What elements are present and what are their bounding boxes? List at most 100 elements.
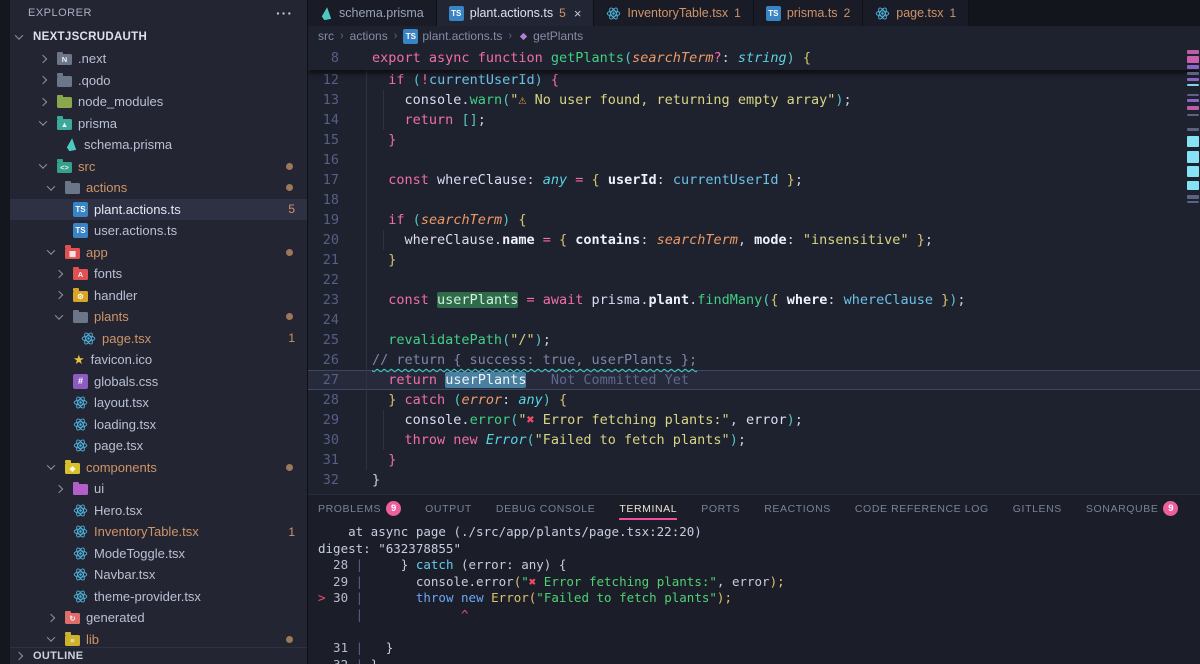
code-text: } catch (error: any) { bbox=[388, 392, 568, 408]
outline-section[interactable]: OUTLINE bbox=[10, 647, 307, 664]
minimap-mark bbox=[1187, 78, 1199, 81]
code-text: throw new Error("Failed to fetch plants"… bbox=[404, 432, 746, 448]
panel-tab-gitlens[interactable]: GITLENS bbox=[1013, 495, 1062, 522]
tab-prisma-ts[interactable]: TS prisma.ts 2 bbox=[753, 0, 864, 26]
tree-item-favicon-ico[interactable]: ★ favicon.ico bbox=[10, 349, 307, 371]
minimap[interactable] bbox=[1186, 48, 1200, 494]
terminal-line: | ^ bbox=[318, 606, 469, 622]
tree-item-label: user.actions.ts bbox=[94, 223, 178, 239]
code-line-15[interactable]: 15 } bbox=[308, 130, 1200, 150]
tree-item-actions[interactable]: actions bbox=[10, 177, 307, 199]
panel-tab-debug-console[interactable]: DEBUG CONSOLE bbox=[496, 495, 595, 522]
tree-item-plants[interactable]: plants bbox=[10, 306, 307, 328]
minimap-mark bbox=[1187, 65, 1199, 69]
panel-tab-label: GITLENS bbox=[1012, 502, 1062, 515]
code-line-24[interactable]: 24 bbox=[308, 310, 1200, 330]
code-line-31[interactable]: 31 } bbox=[308, 450, 1200, 470]
code-line-30[interactable]: 30 throw new Error("Failed to fetch plan… bbox=[308, 430, 1200, 450]
line-number: 21 bbox=[322, 252, 339, 268]
panel-tab-code-reference-log[interactable]: CODE REFERENCE LOG bbox=[855, 495, 989, 522]
tree-item-modetoggle-tsx[interactable]: ModeToggle.tsx bbox=[10, 543, 307, 565]
tree-item-lib[interactable]: ≡ lib bbox=[10, 629, 307, 649]
panel-tab-reactions[interactable]: REACTIONS bbox=[764, 495, 831, 522]
code-line-18[interactable]: 18 bbox=[308, 190, 1200, 210]
code-line-14[interactable]: 14 return []; bbox=[308, 110, 1200, 130]
tree-item-schema-prisma[interactable]: schema.prisma bbox=[10, 134, 307, 156]
tree-item-hero-tsx[interactable]: Hero.tsx bbox=[10, 500, 307, 522]
close-icon[interactable]: × bbox=[574, 6, 582, 21]
terminal-output[interactable]: at async page (./src/app/plants/page.tsx… bbox=[318, 524, 1196, 664]
code-text: if (searchTerm) { bbox=[388, 212, 527, 228]
panel-tab-ports[interactable]: PORTS bbox=[701, 495, 740, 522]
code-line-21[interactable]: 21 } bbox=[308, 250, 1200, 270]
tree-item-plant-actions-ts[interactable]: TS plant.actions.ts 5 bbox=[10, 198, 307, 220]
code-line-19[interactable]: 19 if (searchTerm) { bbox=[308, 210, 1200, 230]
code-line-28[interactable]: 28 } catch (error: any) { bbox=[308, 390, 1200, 410]
panel-tab-terminal[interactable]: TERMINAL bbox=[619, 495, 678, 522]
outline-label: OUTLINE bbox=[33, 650, 84, 662]
folder-icon: ⚙ bbox=[73, 288, 88, 302]
tree-item-fonts[interactable]: Afonts bbox=[10, 263, 307, 285]
tree-item-src[interactable]: <> src bbox=[10, 156, 307, 178]
tree-item--qodo[interactable]: .qodo bbox=[10, 70, 307, 92]
tree-item-node-modules[interactable]: node_modules bbox=[10, 91, 307, 113]
code-line-17[interactable]: 17 const whereClause: any = { userId: cu… bbox=[308, 170, 1200, 190]
code-line-20[interactable]: 20 whereClause.name = { contains: search… bbox=[308, 230, 1200, 250]
tree-item-theme-provider-tsx[interactable]: theme-provider.tsx bbox=[10, 586, 307, 608]
tree-item--next[interactable]: N .next bbox=[10, 48, 307, 70]
code-line-26[interactable]: 26 // return { success: true, userPlants … bbox=[308, 350, 1200, 370]
breadcrumb-label: plant.actions.ts bbox=[422, 29, 503, 43]
modified-dot-badge bbox=[286, 313, 293, 321]
code-line-12[interactable]: 12 if (!currentUserId) { bbox=[308, 70, 1200, 90]
code-line-22[interactable]: 22 bbox=[308, 270, 1200, 290]
tree-item-handler[interactable]: ⚙ handler bbox=[10, 285, 307, 307]
tree-item-globals-css[interactable]: # globals.css bbox=[10, 371, 307, 393]
code-text: if (!currentUserId) { bbox=[388, 72, 560, 88]
code-line-16[interactable]: 16 bbox=[308, 150, 1200, 170]
tree-item-app[interactable]: ▦ app bbox=[10, 242, 307, 264]
panel-tab-label: DEBUG CONSOLE bbox=[495, 502, 596, 515]
tab-schema-prisma[interactable]: schema.prisma bbox=[308, 0, 437, 26]
tab-inventorytable-tsx[interactable]: InventoryTable.tsx 1 bbox=[594, 0, 754, 26]
editor-group: schema.prisma TS plant.actions.ts 5 × Invento… bbox=[308, 0, 1200, 664]
code-line-25[interactable]: 25 revalidatePath("/"); bbox=[308, 330, 1200, 350]
bottom-panel: PROBLEMS 9 OUTPUT DEBUG CONSOLE TERMINAL PORT… bbox=[308, 494, 1200, 664]
tree-item-prisma[interactable]: ▲ prisma bbox=[10, 113, 307, 135]
minimap-mark bbox=[1187, 106, 1199, 110]
tree-item-inventorytable-tsx[interactable]: InventoryTable.tsx 1 bbox=[10, 521, 307, 543]
code-line-32[interactable]: 32} bbox=[308, 470, 1200, 490]
tree-item-page-tsx[interactable]: page.tsx 1 bbox=[10, 328, 307, 350]
tree-item-label: globals.css bbox=[94, 373, 159, 389]
panel-tab-problems[interactable]: PROBLEMS 9 bbox=[318, 495, 402, 522]
tree-item-label: .qodo bbox=[78, 72, 111, 88]
code-line-23[interactable]: 23 const userPlants = await prisma.plant… bbox=[308, 290, 1200, 310]
tree-item-user-actions-ts[interactable]: TS user.actions.ts bbox=[10, 220, 307, 242]
tab-plant-actions-ts[interactable]: TS plant.actions.ts 5 × bbox=[436, 0, 595, 26]
panel-tab-output[interactable]: OUTPUT bbox=[425, 495, 472, 522]
breadcrumb-item-src[interactable]: src bbox=[318, 29, 334, 43]
chevron-right-icon bbox=[38, 54, 48, 63]
react-icon bbox=[73, 567, 88, 582]
tree-item-components[interactable]: ◆ components bbox=[10, 457, 307, 479]
code-lines: 12 if (!currentUserId) {13 console.warn(… bbox=[308, 70, 1200, 490]
tree-item-navbar-tsx[interactable]: Navbar.tsx bbox=[10, 564, 307, 586]
panel-tab-sonarqube[interactable]: SONARQUBE 9 bbox=[1086, 495, 1179, 522]
sticky-scroll-line[interactable]: 8 export async function getPlants(search… bbox=[308, 46, 1200, 70]
code-text: whereClause.name = { contains: searchTer… bbox=[404, 232, 933, 248]
tree-item-ui[interactable]: ui bbox=[10, 478, 307, 500]
breadcrumb-item-plant-actions-ts[interactable]: TS plant.actions.ts bbox=[403, 28, 503, 44]
tree-item-layout-tsx[interactable]: layout.tsx bbox=[10, 392, 307, 414]
breadcrumb-item-getplants[interactable]: getPlants bbox=[518, 29, 583, 43]
code-line-27[interactable]: 27 return userPlants Not Committed Yet bbox=[308, 370, 1200, 390]
code-line-29[interactable]: 29 console.error("✖ Error fetching plant… bbox=[308, 410, 1200, 430]
tree-item-generated[interactable]: ↻ generated bbox=[10, 607, 307, 629]
code-line-13[interactable]: 13 console.warn("⚠ No user found, return… bbox=[308, 90, 1200, 110]
code-editor[interactable]: 8 export async function getPlants(search… bbox=[308, 46, 1200, 494]
more-actions-icon[interactable]: ··· bbox=[276, 5, 293, 21]
minimap-mark bbox=[1187, 136, 1199, 147]
tree-item-loading-tsx[interactable]: loading.tsx bbox=[10, 414, 307, 436]
breadcrumb-item-actions[interactable]: actions bbox=[350, 29, 388, 43]
tab-page-tsx[interactable]: page.tsx 1 bbox=[863, 0, 970, 26]
tree-root-folder[interactable]: NEXTJSCRUDAUTH bbox=[10, 26, 307, 48]
tree-item-page-tsx[interactable]: page.tsx bbox=[10, 435, 307, 457]
